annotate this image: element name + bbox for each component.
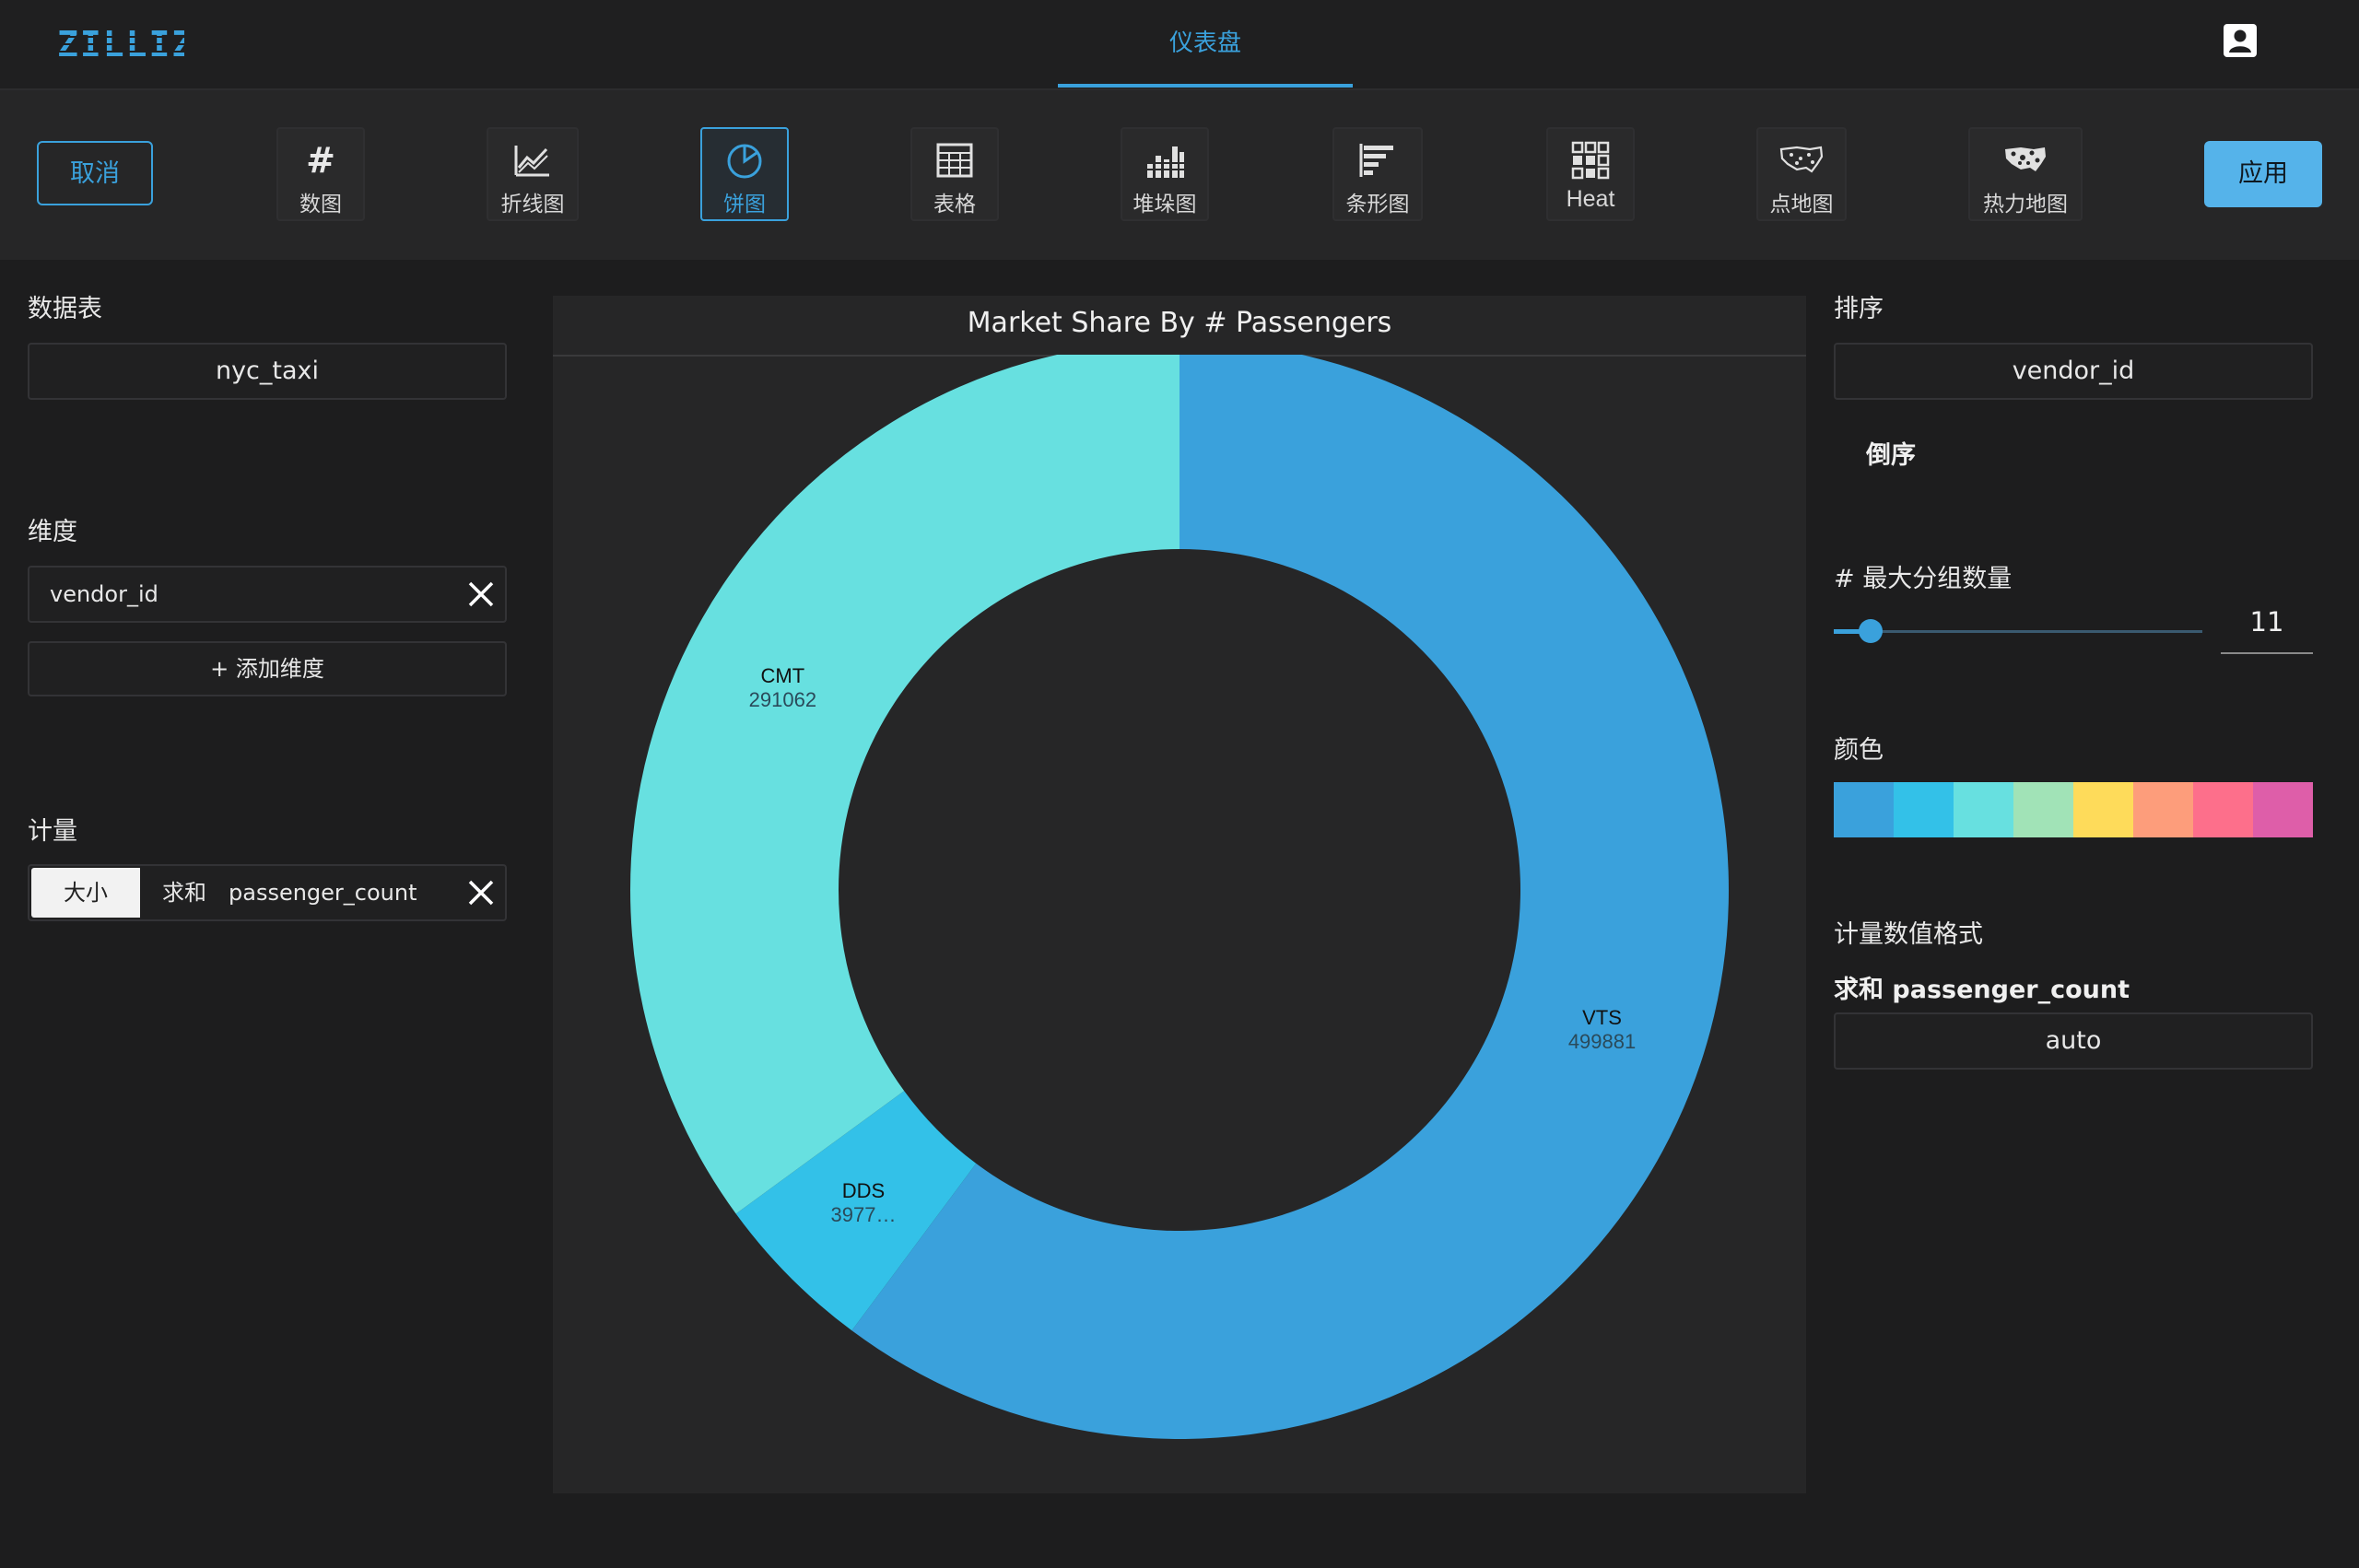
cancel-button[interactable]: 取消 xyxy=(37,141,153,205)
remove-dimension-close-icon[interactable] xyxy=(466,579,496,609)
pie-chart-icon xyxy=(727,144,762,179)
measure-format-label: 计量数值格式 xyxy=(1834,920,1983,949)
add-dimension-button[interactable]: + 添加维度 xyxy=(28,641,507,696)
slice-label: DDS xyxy=(842,1179,885,1202)
heat-grid-icon xyxy=(1571,141,1610,180)
chart-preview-card: Market Share By # Passengers VTS 499881 DD… xyxy=(553,296,1806,1493)
measure-chip[interactable]: 大小 求和 passenger_count xyxy=(28,864,507,921)
max-groups-slider-track[interactable] xyxy=(1834,630,2202,633)
descending-toggle[interactable]: 倒序 xyxy=(1866,435,1916,471)
palette-swatch[interactable] xyxy=(2133,782,2193,837)
measure-section-label: 计量 xyxy=(28,817,77,846)
tab-dashboard[interactable]: 仪表盘 xyxy=(1058,0,1353,88)
line-chart-icon xyxy=(514,146,549,177)
measure-format-field: 求和 passenger_count xyxy=(1834,976,2130,1004)
chart-type-bar[interactable]: 条形图 xyxy=(1332,127,1423,221)
chart-type-label: 条形图 xyxy=(1345,193,1410,216)
chart-type-heat[interactable]: Heat xyxy=(1546,127,1635,221)
max-groups-slider-handle[interactable] xyxy=(1859,619,1883,643)
chart-type-heat-map[interactable]: 热力地图 xyxy=(1968,127,2083,221)
palette-swatch[interactable] xyxy=(1894,782,1954,837)
chart-title: Market Share By # Passengers xyxy=(553,296,1806,357)
zilliz-logo[interactable]: ZILLIZ xyxy=(57,26,184,63)
point-map-icon xyxy=(1779,146,1824,173)
chart-type-label: 饼图 xyxy=(723,193,766,216)
measure-field: passenger_count xyxy=(229,880,417,906)
chart-type-label: 堆垛图 xyxy=(1133,193,1197,216)
table-section-label: 数据表 xyxy=(28,295,102,323)
horizontal-bar-icon xyxy=(1359,144,1393,177)
chart-type-label: 表格 xyxy=(933,193,976,216)
slice-value: 499881 xyxy=(1568,1030,1636,1053)
palette-swatch[interactable] xyxy=(2073,782,2133,837)
color-section-label: 颜色 xyxy=(1834,736,1884,765)
chart-type-label: 折线图 xyxy=(500,193,565,216)
slice-value: 3977… xyxy=(831,1203,897,1226)
pie-slice-cmt[interactable] xyxy=(630,355,1180,1214)
chart-type-point-map[interactable]: 点地图 xyxy=(1756,127,1847,221)
chart-type-pie[interactable]: 饼图 xyxy=(700,127,789,221)
max-groups-label: # 最大分组数量 xyxy=(1834,565,2013,593)
top-bar: ZILLIZ 仪表盘 xyxy=(0,0,2359,90)
measure-aggregation[interactable]: 求和 xyxy=(162,866,206,919)
chart-type-stacked[interactable]: 堆垛图 xyxy=(1121,127,1209,221)
measure-size-tag[interactable]: 大小 xyxy=(31,868,140,918)
remove-measure-close-icon[interactable] xyxy=(466,878,496,907)
measure-format-select[interactable]: auto xyxy=(1834,1012,2313,1070)
stacked-bar-icon xyxy=(1144,146,1185,178)
chart-type-line[interactable]: 折线图 xyxy=(487,127,579,221)
chart-type-label: Heat xyxy=(1566,186,1615,212)
heat-map-icon xyxy=(2005,147,2046,171)
palette-swatch[interactable] xyxy=(2013,782,2073,837)
chart-type-label: 数图 xyxy=(299,193,342,216)
user-account-icon[interactable] xyxy=(2222,22,2259,59)
palette-swatch[interactable] xyxy=(1954,782,2013,837)
apply-button[interactable]: 应用 xyxy=(2204,141,2322,207)
active-tab-indicator xyxy=(1058,84,1353,88)
color-palette[interactable] xyxy=(1834,782,2313,837)
dimension-value: vendor_id xyxy=(50,581,158,607)
chart-type-number[interactable]: # 数图 xyxy=(276,127,365,221)
table-icon xyxy=(936,143,973,178)
table-select[interactable]: nyc_taxi xyxy=(28,343,507,400)
slice-label: VTS xyxy=(1582,1006,1622,1029)
palette-swatch[interactable] xyxy=(2193,782,2253,837)
palette-swatch[interactable] xyxy=(2253,782,2313,837)
chart-type-label: 点地图 xyxy=(1769,193,1834,216)
dimension-section-label: 维度 xyxy=(28,518,77,546)
sort-select[interactable]: vendor_id xyxy=(1834,343,2313,400)
slice-label: CMT xyxy=(761,664,805,687)
hash-icon: # xyxy=(306,140,335,181)
donut-chart: VTS499881 DDS3977… CMT291062 xyxy=(630,355,1730,1439)
chart-type-label: 热力地图 xyxy=(1983,193,2068,216)
sort-section-label: 排序 xyxy=(1834,295,1884,323)
dimension-chip[interactable]: vendor_id xyxy=(28,566,507,623)
palette-swatch[interactable] xyxy=(1834,782,1894,837)
max-groups-input[interactable]: 11 xyxy=(2221,599,2313,654)
chart-type-table[interactable]: 表格 xyxy=(910,127,999,221)
slice-value: 291062 xyxy=(749,688,816,711)
chart-type-toolbar: 取消 # 数图 折线图 饼图 表格 堆垛图 条形图 Heat 点地图 热力地图 … xyxy=(0,90,2359,260)
